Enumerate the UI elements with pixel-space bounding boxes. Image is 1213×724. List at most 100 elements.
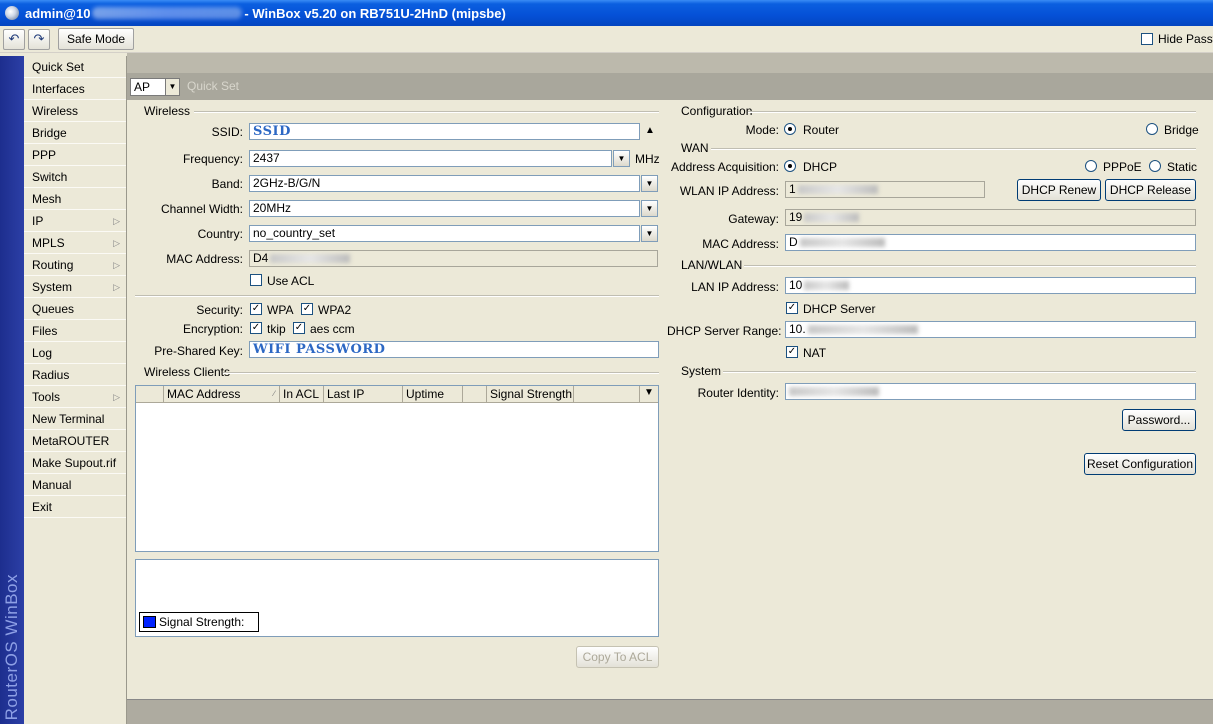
sidebar-item-log[interactable]: Log xyxy=(24,342,126,364)
column-menu-dropdown-icon[interactable]: ▼ xyxy=(644,387,654,398)
sidebar-item-new-terminal[interactable]: New Terminal xyxy=(24,408,126,430)
sidebar-item-exit[interactable]: Exit xyxy=(24,496,126,518)
quick-set-window: AP ▼ Quick Set Wireless SSID: SSID ▲ Fre… xyxy=(127,73,1213,699)
column-header-mac[interactable]: MAC Address ∕ xyxy=(164,386,280,402)
hide-passwords-label: Hide Passw xyxy=(1158,32,1213,46)
redo-button[interactable]: ↷ xyxy=(28,28,50,50)
band-select[interactable]: 2GHz-B/G/N xyxy=(249,175,640,192)
column-header-signal[interactable]: Signal Strength xyxy=(487,386,574,402)
sidebar-item-metarouter[interactable]: MetaROUTER xyxy=(24,430,126,452)
column-header-in-acl[interactable]: In ACL xyxy=(280,386,324,402)
sidebar-item-routing[interactable]: Routing ▷ xyxy=(24,254,126,276)
window-title: - WinBox v5.20 on RB751U-2HnD (mipsbe) xyxy=(244,5,506,21)
undo-button[interactable]: ↶ xyxy=(3,28,25,50)
sidebar-item-ip[interactable]: IP ▷ xyxy=(24,210,126,232)
sidebar-item-files[interactable]: Files xyxy=(24,320,126,342)
frequency-dropdown-icon[interactable]: ▼ xyxy=(613,150,630,167)
acq-dhcp-radio[interactable] xyxy=(784,160,796,172)
status-strip xyxy=(127,699,1213,724)
mode-select-value: AP xyxy=(134,80,151,94)
sidebar-item-mpls[interactable]: MPLS ▷ xyxy=(24,232,126,254)
use-acl-checkbox[interactable] xyxy=(250,274,262,286)
safe-mode-button[interactable]: Safe Mode xyxy=(58,28,135,50)
window-title-prefix: admin@10 xyxy=(25,5,91,21)
submenu-arrow-icon: ▷ xyxy=(113,260,120,270)
sidebar-item-make-supout-rif[interactable]: Make Supout.rif xyxy=(24,452,126,474)
dhcp-range-input[interactable]: 10. xyxy=(785,321,1196,338)
sidebar-item-label: Exit xyxy=(32,500,53,514)
brand-text: RouterOS WinBox xyxy=(2,573,21,720)
brand-strip: RouterOS WinBox xyxy=(0,56,24,724)
submenu-arrow-icon: ▷ xyxy=(113,216,120,226)
password-button[interactable]: Password... xyxy=(1122,409,1196,431)
use-acl-label: Use ACL xyxy=(267,274,315,288)
mode-router-radio[interactable] xyxy=(784,123,796,135)
sidebar-item-radius[interactable]: Radius xyxy=(24,364,126,386)
band-dropdown-icon[interactable]: ▼ xyxy=(641,175,658,192)
collapse-up-icon[interactable]: ▲ xyxy=(645,125,655,136)
toolbar: ↶ ↷ Safe Mode Hide Passw xyxy=(0,26,1213,53)
country-dropdown-icon[interactable]: ▼ xyxy=(641,225,658,242)
wlan-ip-value: 1 xyxy=(789,182,796,196)
section-configuration: Configuration xyxy=(681,104,753,118)
sidebar-item-interfaces[interactable]: Interfaces xyxy=(24,78,126,100)
sidebar-item-label: Radius xyxy=(32,368,70,382)
acq-static-radio[interactable] xyxy=(1149,160,1161,172)
aes-ccm-checkbox[interactable] xyxy=(293,322,305,334)
channel-width-select[interactable]: 20MHz xyxy=(249,200,640,217)
wpa-checkbox[interactable] xyxy=(250,303,262,315)
column-header-blank[interactable] xyxy=(136,386,164,402)
sidebar-item-queues[interactable]: Queues xyxy=(24,298,126,320)
hide-passwords-toggle[interactable]: Hide Passw xyxy=(1141,32,1213,46)
column-header-last-ip[interactable]: Last IP xyxy=(324,386,403,402)
mode-bridge-radio[interactable] xyxy=(1146,123,1158,135)
reset-configuration-button[interactable]: Reset Configuration xyxy=(1084,453,1196,475)
wan-mac-input[interactable]: D xyxy=(785,234,1196,251)
signal-strength-graph: Signal Strength: xyxy=(135,559,659,637)
nat-checkbox[interactable] xyxy=(786,346,798,358)
dhcp-server-checkbox[interactable] xyxy=(786,302,798,314)
sidebar-item-ppp[interactable]: PPP xyxy=(24,144,126,166)
sidebar-item-bridge[interactable]: Bridge xyxy=(24,122,126,144)
ssid-input[interactable]: SSID xyxy=(249,123,640,140)
sidebar-item-manual[interactable]: Manual xyxy=(24,474,126,496)
sidebar-item-mesh[interactable]: Mesh xyxy=(24,188,126,210)
nat-label: NAT xyxy=(803,346,827,360)
wlan-ip-label: WLAN IP Address: xyxy=(679,184,779,198)
column-header-blank-2[interactable] xyxy=(463,386,487,402)
copy-to-acl-button[interactable]: Copy To ACL xyxy=(576,646,659,668)
mode-select[interactable]: AP ▼ xyxy=(130,78,180,96)
address-acquisition-label: Address Acquisition: xyxy=(670,160,779,174)
tkip-label: tkip xyxy=(267,322,286,336)
hide-passwords-checkbox[interactable] xyxy=(1141,33,1153,45)
acq-static-label: Static xyxy=(1167,160,1198,174)
channel-width-dropdown-icon[interactable]: ▼ xyxy=(641,200,658,217)
sidebar-item-label: PPP xyxy=(32,148,57,162)
acq-pppoe-radio[interactable] xyxy=(1085,160,1097,172)
sidebar-item-quick-set[interactable]: Quick Set xyxy=(24,56,126,78)
lan-ip-input[interactable]: 10 xyxy=(785,277,1196,294)
sidebar-item-switch[interactable]: Switch xyxy=(24,166,126,188)
wpa2-checkbox[interactable] xyxy=(301,303,313,315)
wireless-clients-table[interactable]: MAC Address ∕ In ACL Last IP Uptime Signa… xyxy=(135,385,659,552)
tkip-checkbox[interactable] xyxy=(250,322,262,334)
band-label: Band: xyxy=(211,177,243,191)
sidebar-item-label: Queues xyxy=(32,302,75,316)
sidebar-item-wireless[interactable]: Wireless xyxy=(24,100,126,122)
column-header-uptime[interactable]: Uptime xyxy=(403,386,463,402)
section-wireless-clients: Wireless Clients xyxy=(144,365,231,379)
country-select[interactable]: no_country_set xyxy=(249,225,640,242)
sidebar-item-system[interactable]: System ▷ xyxy=(24,276,126,298)
lan-ip-label: LAN IP Address: xyxy=(691,280,779,294)
frequency-select[interactable]: 2437 xyxy=(249,150,612,167)
acq-pppoe-label: PPPoE xyxy=(1103,160,1142,174)
redacted-value xyxy=(804,213,860,223)
dhcp-range-label: DHCP Server Range: xyxy=(667,324,782,338)
dhcp-release-button[interactable]: DHCP Release xyxy=(1105,179,1196,201)
sidebar-item-tools[interactable]: Tools ▷ xyxy=(24,386,126,408)
sidebar-item-label: Bridge xyxy=(32,126,67,140)
dhcp-renew-button[interactable]: DHCP Renew xyxy=(1017,179,1101,201)
psk-input[interactable]: WIFI PASSWORD xyxy=(249,341,659,358)
router-identity-input[interactable] xyxy=(785,383,1196,400)
dropdown-arrow-icon[interactable]: ▼ xyxy=(165,79,179,95)
